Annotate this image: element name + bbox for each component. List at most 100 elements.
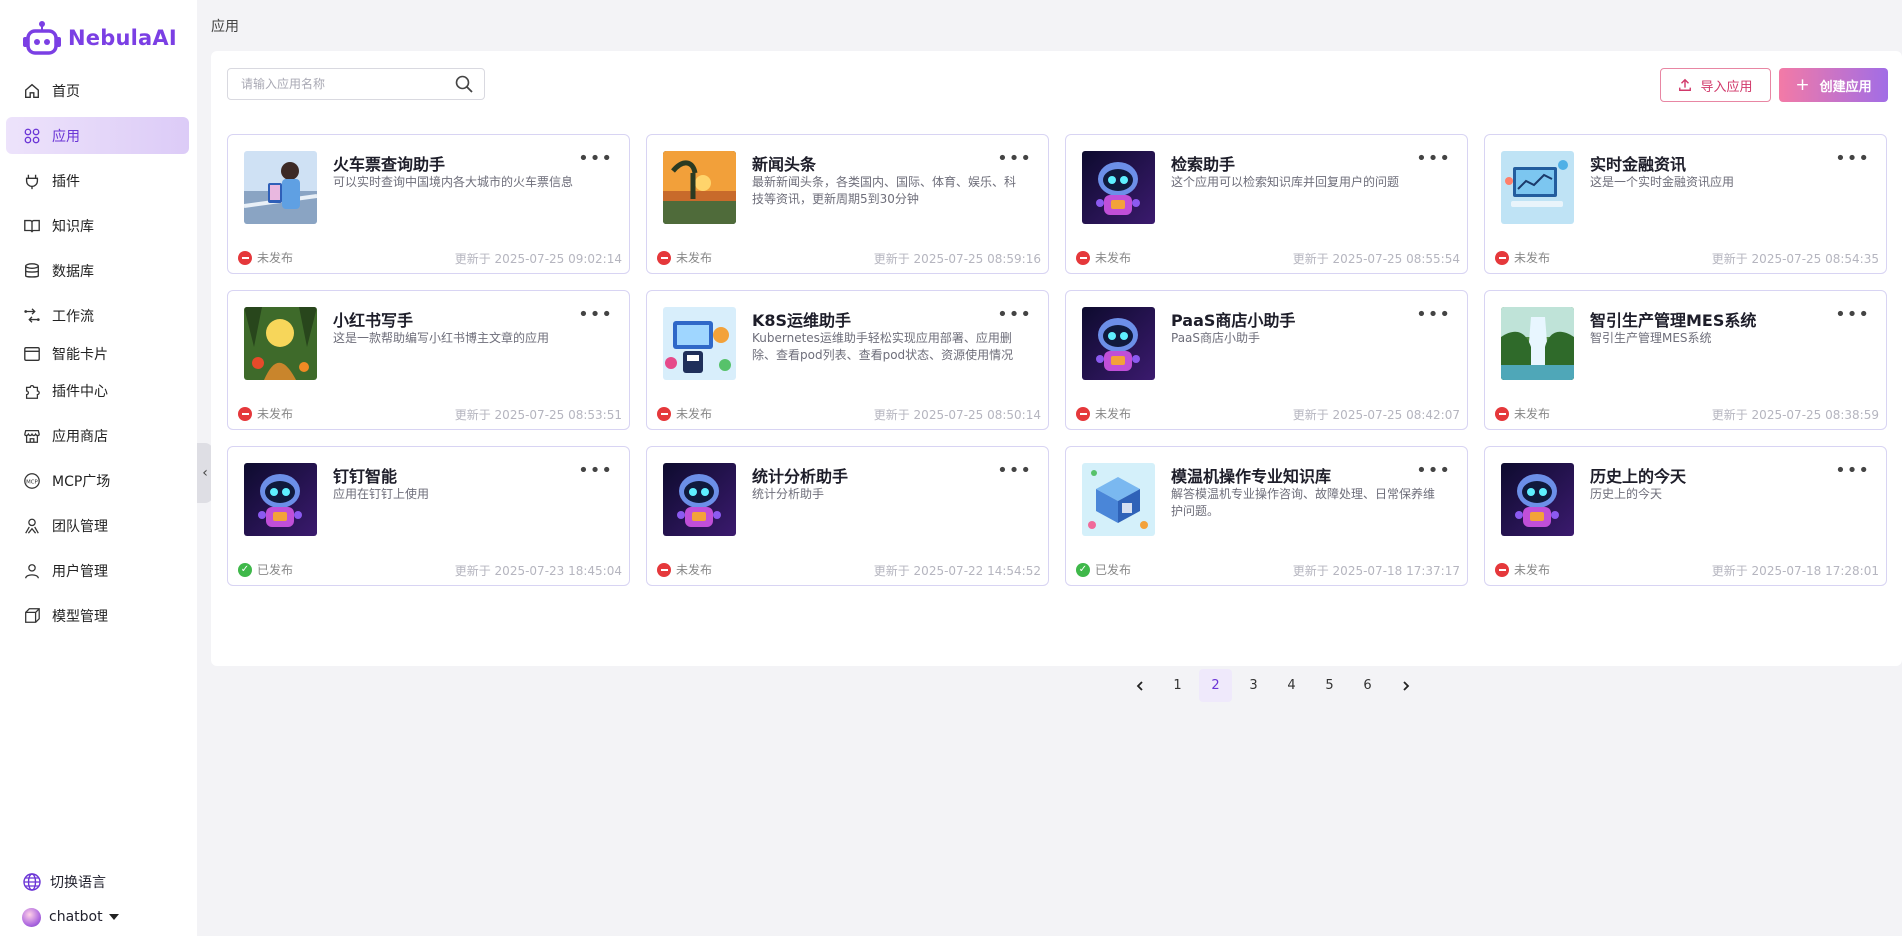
upload-icon [1679,78,1692,91]
sidebar-item-workflow[interactable]: 工作流 [6,297,189,334]
app-card[interactable]: 火车票查询助手 可以实时查询中国境内各大城市的火车票信息 ••• 未发布 更新于 202… [227,134,630,274]
status-badge: 未发布 [1495,249,1550,266]
app-card[interactable]: 实时金融资讯 这是一个实时金融资讯应用 ••• 未发布 更新于 2025-07-25 0… [1484,134,1887,274]
app-title: 历史上的今天 [1590,467,1687,486]
check-circle-icon: ✓ [1076,562,1090,577]
app-card[interactable]: 新闻头条 最新新闻头条，各类国内、国际、体育、娱乐、科技等资讯，更新周期5到30分… [646,134,1049,274]
status-label: 未发布 [676,251,713,265]
updated-timestamp: 更新于 2025-07-25 08:50:14 [873,408,1041,422]
plug-icon [22,171,42,191]
app-card[interactable]: 智引生产管理MES系统 智引生产管理MES系统 ••• 未发布 更新于 2025-07-… [1484,290,1887,430]
status-badge: 未发布 [657,249,712,266]
database-icon [22,261,42,281]
minus-circle-icon [657,562,671,577]
minus-circle-icon [1495,562,1509,577]
more-options-icon[interactable]: ••• [578,150,613,168]
logo[interactable]: NebulaAI [22,18,177,58]
app-card[interactable]: K8S运维助手 Kubernetes运维助手轻松实现应用部署、应用删除、查看pod… [646,290,1049,430]
app-card[interactable]: PaaS商店小助手 PaaS商店小助手 ••• 未发布 更新于 2025-07-25 0… [1065,290,1468,430]
prev-page-button[interactable] [1123,669,1156,702]
status-label: 未发布 [1095,407,1132,421]
app-description: 应用在钉钉上使用 [333,487,430,501]
app-thumbnail [244,463,317,536]
more-options-icon[interactable]: ••• [1835,150,1870,168]
chevron-left-icon: ‹ [202,465,208,481]
sidebar-item-app-store[interactable]: 应用商店 [6,417,189,454]
search-input[interactable] [241,77,454,91]
app-card[interactable]: 小红书写手 这是一款帮助编写小红书博主文章的应用 ••• 未发布 更新于 2025-07… [227,290,630,430]
sidebar-item-label: 插件中心 [52,383,108,400]
sidebar-item-models[interactable]: 模型管理 [6,597,189,634]
card-icon [22,344,42,364]
sidebar-item-team[interactable]: 团队管理 [6,507,189,544]
status-badge: 未发布 [238,249,293,266]
updated-timestamp: 更新于 2025-07-25 08:38:59 [1711,408,1879,422]
search-box [227,68,485,100]
minus-circle-icon [1495,406,1509,421]
more-options-icon[interactable]: ••• [578,306,613,324]
sidebar-item-plugins[interactable]: 插件 [6,162,189,199]
minus-circle-icon [238,406,252,421]
main-panel: 导入应用 + 创建应用 火车票查询助手可以实时查询中国境内各大城市的火车票信息 •… [211,51,1902,702]
more-options-icon[interactable]: ••• [1416,150,1451,168]
page-button[interactable]: 5 [1313,669,1346,702]
sidebar-item-mcp[interactable]: MCP MCP广场 [6,462,189,499]
status-label: 未发布 [676,407,713,421]
app-card[interactable]: 钉钉智能 应用在钉钉上使用 ••• ✓ 已发布 更新于 2025-07-23 18:45:… [227,446,630,586]
language-switch[interactable]: 切换语言 [22,870,119,894]
import-app-button[interactable]: 导入应用 [1660,68,1771,102]
app-description: Kubernetes运维助手轻松实现应用部署、应用删除、查看pod列表、查看po… [752,331,1014,362]
create-app-button[interactable]: + 创建应用 [1779,68,1888,102]
page-button[interactable]: 1 [1161,669,1194,702]
status-badge: 未发布 [1076,249,1131,266]
workflow-icon [22,306,42,326]
search-icon[interactable] [454,74,474,94]
import-app-label: 导入应用 [1700,79,1753,95]
sidebar-item-smart-cards[interactable]: 智能卡片 [6,335,189,372]
app-card[interactable]: 检索助手 这个应用可以检索知识库并回复用户的问题 ••• 未发布 更新于 2025-07… [1065,134,1468,274]
sidebar-item-knowledge[interactable]: 知识库 [6,207,189,244]
app-thumbnail [1501,463,1574,536]
app-card[interactable]: 历史上的今天 历史上的今天 ••• 未发布 更新于 2025-07-18 17:28:0… [1484,446,1887,586]
page-button[interactable]: 4 [1275,669,1308,702]
sidebar-item-apps[interactable]: 应用 [6,117,189,154]
app-card[interactable]: 统计分析助手 统计分析助手 ••• 未发布 更新于 2025-07-22 14:54:5… [646,446,1049,586]
page-button[interactable]: 6 [1351,669,1384,702]
updated-timestamp: 更新于 2025-07-25 08:59:16 [873,252,1041,266]
sidebar-item-database[interactable]: 数据库 [6,252,189,289]
more-options-icon[interactable]: ••• [997,462,1032,480]
status-badge: 未发布 [1076,405,1131,422]
sidebar-item-label: MCP广场 [52,473,111,490]
app-thumbnail [1082,151,1155,224]
sidebar-item-users[interactable]: 用户管理 [6,552,189,589]
puzzle-icon [22,381,42,401]
more-options-icon[interactable]: ••• [1835,306,1870,324]
status-label: 已发布 [1095,563,1132,577]
home-icon [22,81,42,101]
page-button[interactable]: 2 [1199,669,1232,702]
next-page-button[interactable] [1389,669,1422,702]
chevron-right-icon [1402,680,1409,691]
app-title: PaaS商店小助手 [1171,311,1296,330]
minus-circle-icon [1495,250,1509,265]
app-description: 智引生产管理MES系统 [1590,331,1712,345]
more-options-icon[interactable]: ••• [997,150,1032,168]
check-circle-icon: ✓ [238,562,252,577]
more-options-icon[interactable]: ••• [997,306,1032,324]
status-label: 未发布 [1514,407,1551,421]
sidebar-item-home[interactable]: 首页 [6,72,189,109]
app-description: 可以实时查询中国境内各大城市的火车票信息 [333,175,574,189]
app-card[interactable]: 模温机操作专业知识库 解答模温机专业操作咨询、故障处理、日常保养维护问题。 ••• ✓… [1065,446,1468,586]
page-button[interactable]: 3 [1237,669,1270,702]
user-menu[interactable]: chatbot [22,905,119,929]
sidebar-item-label: 数据库 [52,263,94,280]
sidebar-item-plugin-center[interactable]: 插件中心 [6,372,189,409]
more-options-icon[interactable]: ••• [1835,462,1870,480]
more-options-icon[interactable]: ••• [1416,462,1451,480]
app-description: 解答模温机专业操作咨询、故障处理、日常保养维护问题。 [1171,487,1436,518]
updated-timestamp: 更新于 2025-07-25 08:53:51 [454,408,622,422]
book-icon [22,216,42,236]
app-title: 智引生产管理MES系统 [1590,311,1757,330]
more-options-icon[interactable]: ••• [578,462,613,480]
more-options-icon[interactable]: ••• [1416,306,1451,324]
